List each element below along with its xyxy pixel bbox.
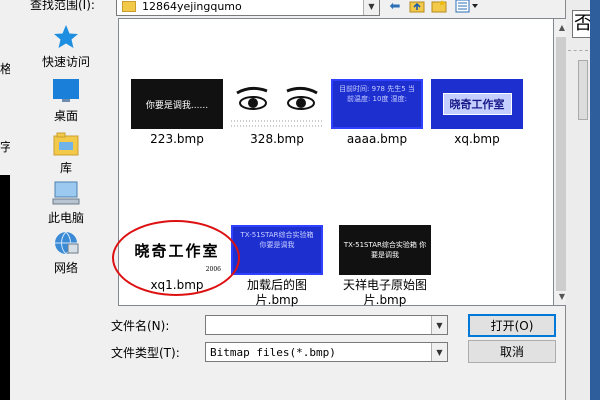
place-desktop[interactable]: 桌面 — [25, 78, 107, 124]
up-folder-icon[interactable] — [408, 0, 426, 14]
file-name: 天祥电子原始图片.bmp — [342, 278, 427, 307]
file-item[interactable]: TX-51STAR综合实验箱 你要是调我 加载后的图片.bmp — [227, 225, 327, 308]
file-item[interactable]: 你要是调我...... 223.bmp — [127, 79, 227, 147]
file-name: 加载后的图片.bmp — [246, 278, 307, 307]
file-name: 328.bmp — [250, 132, 304, 146]
file-name: xq.bmp — [454, 132, 500, 146]
filetype-value: Bitmap files(*.bmp) — [210, 345, 336, 359]
file-list[interactable]: 你要是调我...... 223.bmp 328.bmp 目前时间: 978 先生… — [118, 18, 554, 308]
file-item[interactable]: 328.bmp — [227, 79, 327, 147]
thumbnail-text: 你要是调我...... — [145, 100, 209, 111]
star-icon — [54, 25, 78, 48]
background-dark-area — [0, 175, 10, 400]
file-item[interactable]: 晓奇工作室 xq.bmp — [427, 79, 527, 147]
background-window-left: 格 字 — [0, 0, 12, 400]
cancel-button[interactable]: 取消 — [468, 340, 556, 363]
filetype-select[interactable]: Bitmap files(*.bmp) ▼ — [205, 342, 448, 362]
place-quick-access[interactable]: 快速访问 — [25, 24, 107, 70]
file-thumbnail: 晓奇工作室 2006 — [131, 225, 223, 275]
desktop-icon — [53, 79, 79, 102]
filetype-label: 文件类型(T): — [111, 346, 180, 360]
thumbnail-text: TX-51STAR综合实验箱 你要是调我 — [240, 231, 314, 249]
file-item[interactable]: 目前时间: 978 先生5 当前温度: 10度 湿度: aaaa.bmp — [327, 79, 427, 147]
chevron-down-icon[interactable]: ▼ — [431, 316, 447, 334]
chevron-down-icon[interactable]: ▼ — [431, 343, 447, 361]
divider — [568, 50, 588, 51]
place-library[interactable]: 库 — [25, 130, 107, 176]
chevron-down-icon[interactable]: ▼ — [363, 0, 379, 15]
file-thumbnail: TX-51STAR综合实验箱 你要是调我 — [231, 225, 323, 275]
file-item[interactable]: TX-51STAR综合实验箱 你要是调我 天祥电子原始图片.bmp — [327, 225, 443, 308]
file-item[interactable]: 晓奇工作室 2006 xq1.bmp — [127, 225, 227, 293]
computer-icon — [52, 181, 80, 205]
background-control — [578, 60, 588, 120]
place-this-pc[interactable]: 此电脑 — [25, 180, 107, 226]
file-thumbnail: 晓奇工作室 — [431, 79, 523, 129]
file-name: 223.bmp — [150, 132, 204, 146]
place-label: 桌面 — [53, 109, 78, 123]
file-thumbnail: TX-51STAR综合实验箱 你要是调我 — [339, 225, 431, 275]
thumbnail-text: 目前时间: 978 先生5 当前温度: 10度 湿度: — [339, 85, 415, 103]
view-menu-icon[interactable] — [454, 0, 480, 14]
open-file-dialog: 查找范围(I): 12864yejingqumo ▼ ⬅ 快速访问 桌面 库 此… — [10, 0, 571, 400]
filename-input[interactable]: ▼ — [205, 315, 448, 335]
thumbnail-text: 晓奇工作室 — [134, 241, 220, 260]
file-thumbnail — [231, 79, 323, 129]
network-icon — [55, 231, 79, 255]
background-window-right: 否 — [566, 0, 600, 400]
look-in-label: 查找范围(I): — [30, 0, 95, 12]
file-thumbnail: 目前时间: 978 先生5 当前温度: 10度 湿度: — [331, 79, 423, 129]
place-label: 快速访问 — [41, 55, 90, 69]
look-in-combo[interactable]: 12864yejingqumo ▼ — [116, 0, 380, 16]
file-name: aaaa.bmp — [346, 132, 408, 146]
look-in-value: 12864yejingqumo — [142, 0, 242, 13]
file-name: xq1.bmp — [150, 278, 204, 292]
place-label: 此电脑 — [47, 211, 84, 225]
place-network[interactable]: 网络 — [25, 230, 107, 276]
thumbnail-text: 晓奇工作室 — [442, 93, 512, 115]
open-button[interactable]: 打开(O) — [468, 314, 556, 337]
background-scrollbar — [590, 0, 600, 400]
back-arrow-icon[interactable]: ⬅ — [386, 0, 404, 14]
filename-label: 文件名(N): — [111, 319, 170, 333]
folder-icon — [122, 0, 136, 12]
place-label: 库 — [59, 161, 72, 175]
thumbnail-text: TX-51STAR综合实验箱 你要是调我 — [343, 241, 427, 259]
new-folder-icon[interactable] — [430, 0, 448, 14]
file-thumbnail: 你要是调我...... — [131, 79, 223, 129]
places-bar: 快速访问 桌面 库 此电脑 网络 — [25, 20, 107, 302]
place-label: 网络 — [53, 261, 78, 275]
library-icon — [53, 132, 79, 156]
thumbnail-subtext: 2006 — [205, 266, 221, 273]
